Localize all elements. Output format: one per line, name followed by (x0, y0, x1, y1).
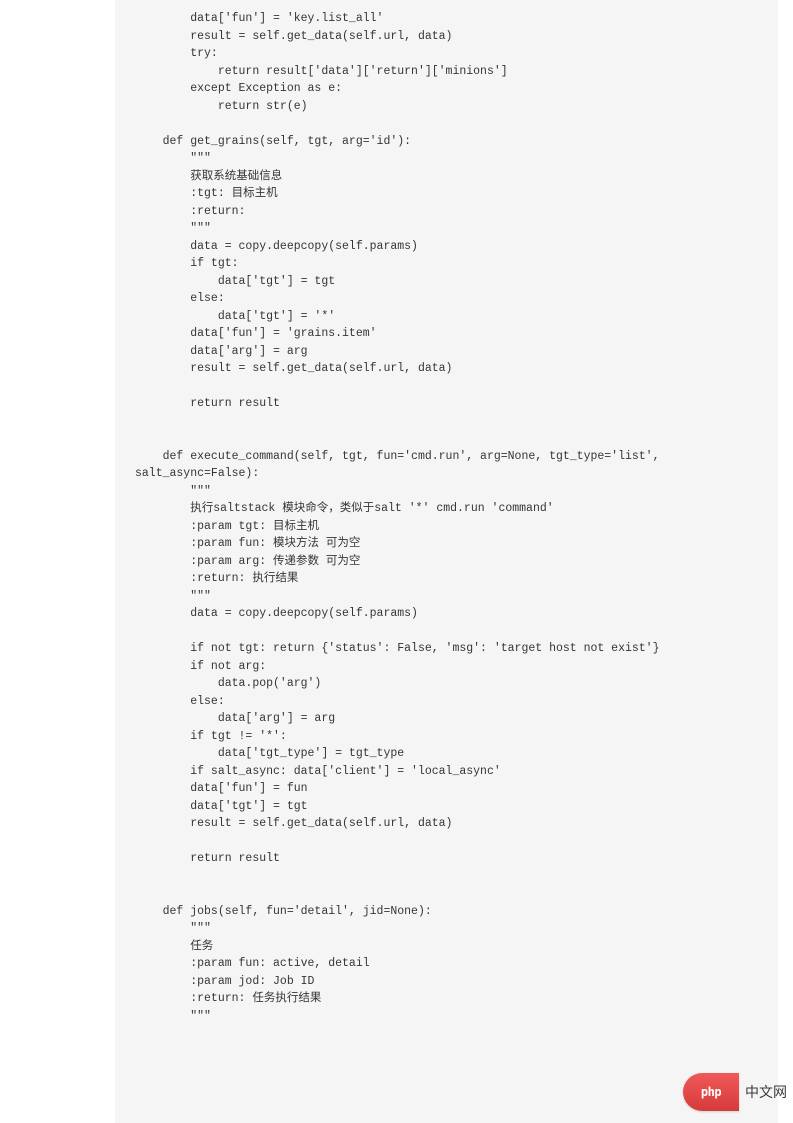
php-logo-text: php (701, 1085, 721, 1099)
php-logo-icon: php (683, 1073, 739, 1111)
badge-label: 中文网 (745, 1082, 793, 1102)
code-block: data['fun'] = 'key.list_all' result = se… (115, 0, 778, 1123)
site-badge[interactable]: php 中文网 (683, 1073, 793, 1111)
